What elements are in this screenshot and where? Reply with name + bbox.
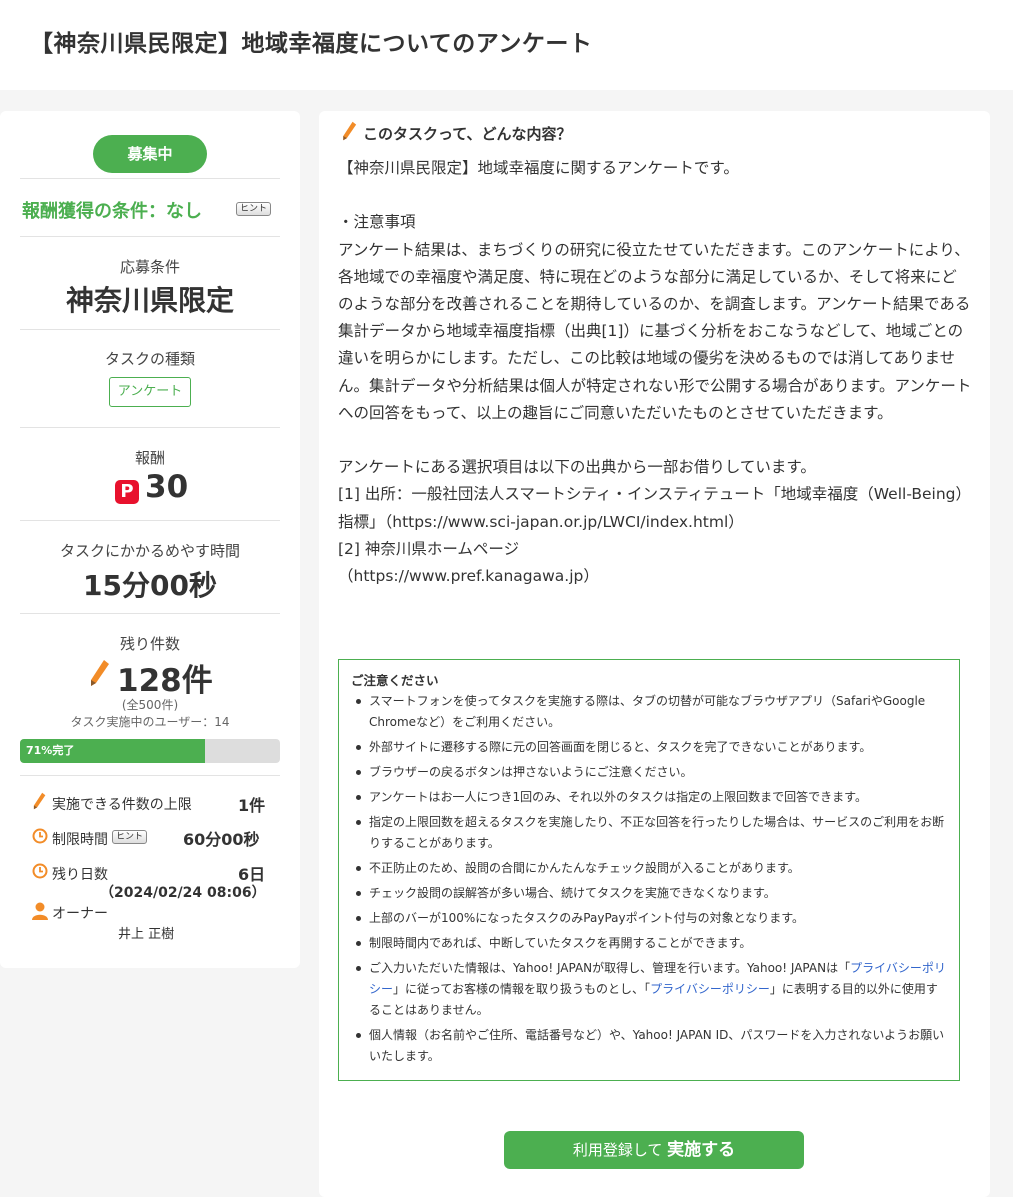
- notice-item: 個人情報（お名前やご住所、電話番号など）や、Yahoo! JAPAN ID、パス…: [351, 1025, 947, 1067]
- cta-prefix: 利用登録して: [572, 1141, 663, 1159]
- active-users: タスク実施中のユーザー：14: [70, 715, 230, 729]
- privacy-text: ご入力いただいた情報は、Yahoo! JAPANが取得し、管理を行います。Yah…: [369, 961, 851, 975]
- pencil-icon: [32, 792, 46, 814]
- notice-item: チェック設問の誤解答が多い場合、続けてタスクを実施できなくなります。: [351, 883, 947, 904]
- task-detail-panel: このタスクって、どんな内容？ 【神奈川県民限定】地域幸福度に関するアンケートです…: [319, 111, 990, 1197]
- divider: [20, 178, 280, 179]
- description-line: [2] 神奈川県ホームページ: [338, 539, 520, 558]
- task-description: 【神奈川県民限定】地域幸福度に関するアンケートです。 ・注意事項 アンケート結果…: [338, 155, 972, 590]
- remaining-label: 残り件数: [119, 635, 180, 653]
- notice-item-privacy: ご入力いただいた情報は、Yahoo! JAPANが取得し、管理を行います。Yah…: [351, 958, 947, 1021]
- register-and-start-button[interactable]: 利用登録して 実施する: [504, 1131, 804, 1169]
- notice-item: 指定の上限回数を超えるタスクを実施したり、不正な回答を行ったりした場合は、サービ…: [351, 812, 947, 854]
- time-limit-label: 制限時間: [52, 832, 108, 848]
- clock-icon: [32, 828, 48, 848]
- divider: [20, 329, 280, 330]
- days-left-label: 残り日数: [52, 867, 108, 883]
- clock-icon: [32, 863, 48, 883]
- progress-bar: 71%完了: [20, 739, 280, 763]
- cta-main: 実施する: [667, 1140, 736, 1160]
- description-line: 【神奈川県民限定】地域幸福度に関するアンケートです。: [338, 159, 739, 177]
- task-type-tag: アンケート: [109, 377, 191, 407]
- time-limit-hint-button[interactable]: ヒント: [112, 830, 148, 844]
- reward-label: 報酬: [134, 449, 165, 467]
- progress-text: 71%完了: [26, 744, 75, 757]
- pencil-icon: [88, 659, 110, 691]
- time-estimate-label: タスクにかかるめやす時間: [59, 542, 240, 560]
- status-badge: 募集中: [93, 135, 207, 173]
- description-line: アンケート結果は、まちづくりの研究に役立たせていただきます。このアンケートにより…: [338, 240, 972, 422]
- time-estimate-value: 15分00秒: [83, 569, 217, 602]
- limit-label: 実施できる件数の上限: [52, 797, 192, 813]
- divider: [20, 427, 280, 428]
- description-line: （https://www.pref.kanagawa.jp）: [338, 567, 599, 586]
- description-line: ・注意事項: [338, 213, 416, 232]
- pencil-icon: [341, 121, 357, 145]
- eligibility-label: 応募条件: [119, 258, 180, 276]
- task-type-label: タスクの種類: [104, 350, 195, 368]
- reward-value: 30: [145, 469, 189, 505]
- description-line: アンケートにある選択項目は以下の出典から一部お借りしています。: [338, 458, 816, 477]
- eligibility-value: 神奈川県限定: [65, 284, 234, 317]
- notice-title: ご注意ください: [351, 673, 439, 688]
- notice-list: スマートフォンを使ってタスクを実施する際は、タブの切替が可能なブラウザアプリ（S…: [351, 691, 947, 1067]
- notice-item: 外部サイトに遷移する際に元の回答画面を閉じると、タスクを完了できないことがありま…: [351, 737, 947, 758]
- divider: [20, 236, 280, 237]
- description-line: [338, 427, 972, 454]
- user-icon: [32, 902, 48, 924]
- notice-item: アンケートはお一人につき1回のみ、それ以外のタスクは指定の上限回数まで回答できま…: [351, 787, 947, 808]
- description-line: [338, 182, 972, 209]
- task-summary-panel: 募集中 報酬獲得の条件：なし ヒント 応募条件 神奈川県限定 タスクの種類 アン…: [0, 111, 300, 968]
- privacy-text: 」に従ってお客様の情報を取り扱うものとし、「: [393, 982, 651, 996]
- notice-item: スマートフォンを使ってタスクを実施する際は、タブの切替が可能なブラウザアプリ（S…: [351, 691, 947, 733]
- divider: [20, 520, 280, 521]
- remaining-total: (全500件): [121, 698, 179, 712]
- owner-label: オーナー: [52, 906, 108, 922]
- notice-item: 上部のバーが100%になったタスクのみPayPayポイント付与の対象となります。: [351, 908, 947, 929]
- reward-condition: 報酬獲得の条件：なし: [22, 201, 202, 222]
- divider: [20, 613, 280, 614]
- paypay-icon: P: [115, 480, 139, 504]
- divider: [20, 775, 280, 776]
- section-title: このタスクって、どんな内容？: [363, 125, 572, 143]
- page-title: 【神奈川県民限定】地域幸福度についてのアンケート: [30, 31, 593, 57]
- notice-item: 制限時間内であれば、中断していたタスクを再開することができます。: [351, 933, 947, 954]
- notice-box: ご注意ください スマートフォンを使ってタスクを実施する際は、タブの切替が可能なブ…: [338, 659, 960, 1081]
- notice-item: ブラウザーの戻るボタンは押さないようにご注意ください。: [351, 762, 947, 783]
- owner-name: 井上 正樹: [118, 927, 175, 942]
- notice-item: 不正防止のため、設問の合間にかんたんなチェック設問が入ることがあります。: [351, 858, 947, 879]
- privacy-policy-link[interactable]: プライバシーポリシー: [650, 982, 770, 996]
- description-line: [1] 出所：一般社団法人スマートシティ・インスティテュート「地域幸福度（Wel…: [338, 485, 971, 531]
- deadline-date: （2024/02/24 08:06）: [100, 885, 266, 901]
- reward-condition-hint-button[interactable]: ヒント: [236, 202, 272, 216]
- remaining-value: 128件: [117, 663, 213, 699]
- page-header: 【神奈川県民限定】地域幸福度についてのアンケート: [0, 0, 1013, 90]
- limit-value: 1件: [238, 796, 266, 815]
- time-limit-value: 60分00秒: [183, 830, 260, 849]
